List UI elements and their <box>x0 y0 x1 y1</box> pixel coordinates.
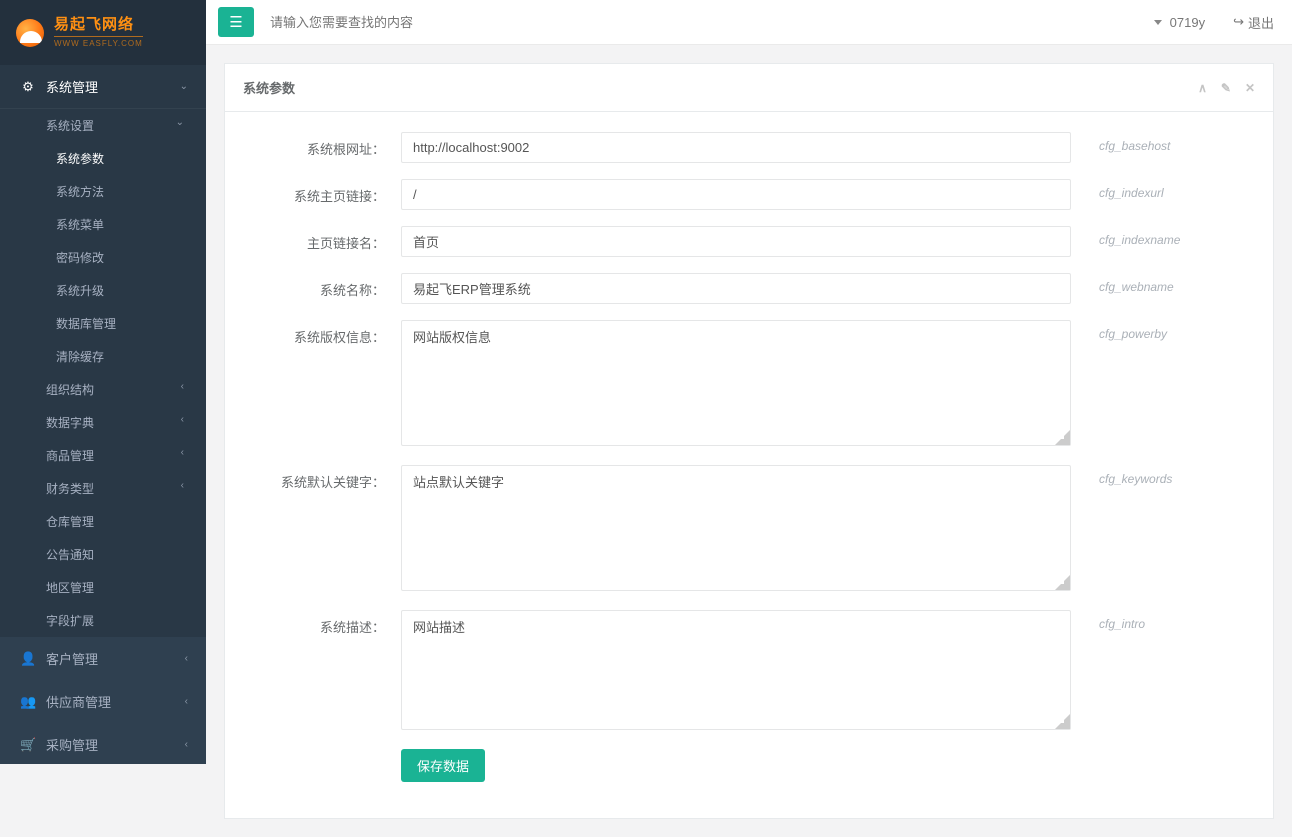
brand-sub: WWW EASFLY.COM <box>54 36 143 48</box>
chevron-left-icon: ‹ <box>181 414 184 425</box>
sidebar-item-goods-manage[interactable]: 商品管理‹ <box>0 439 206 472</box>
sidebar-item-clear-cache[interactable]: 清除缓存 <box>10 340 206 373</box>
hint-webname: cfg_webname <box>1099 273 1174 294</box>
label-basehost: 系统根网址： <box>251 132 401 158</box>
logo-area: 易起飞网络 WWW EASFLY.COM <box>0 0 206 65</box>
panel-body: 系统根网址： cfg_basehost 系统主页链接： cfg_indexurl… <box>225 112 1273 818</box>
gear-icon: ⚙ <box>20 79 36 95</box>
topbar: ☰ 0719y ↪ 退出 <box>206 0 1292 45</box>
chevron-left-icon: ‹ <box>185 739 188 750</box>
sidebar-item-data-dict[interactable]: 数据字典‹ <box>0 406 206 439</box>
chevron-down-icon <box>1154 20 1162 25</box>
chevron-left-icon: ‹ <box>181 480 184 491</box>
label-keywords: 系统默认关键字： <box>251 465 401 491</box>
nav-section-system-label: 系统管理 <box>46 77 180 96</box>
sidebar-item-password-change[interactable]: 密码修改 <box>10 241 206 274</box>
collapse-icon[interactable]: ∧ <box>1198 81 1207 95</box>
chevron-left-icon: ‹ <box>185 696 188 707</box>
sidebar-settings-label: 系统设置 <box>46 119 94 133</box>
hint-intro: cfg_intro <box>1099 610 1145 631</box>
cart-icon: 🛒 <box>20 737 36 753</box>
sidebar-item-system-upgrade[interactable]: 系统升级 <box>10 274 206 307</box>
save-button[interactable]: 保存数据 <box>401 749 485 782</box>
search-input[interactable] <box>270 15 530 30</box>
textarea-intro[interactable] <box>401 610 1071 730</box>
nav-section-system[interactable]: ⚙ 系统管理 ⌄ <box>0 65 206 109</box>
label-indexname: 主页链接名： <box>251 226 401 252</box>
sidebar-item-region[interactable]: 地区管理 <box>0 571 206 604</box>
nav-purchase-label: 采购管理 <box>46 735 185 754</box>
panel-system-params: 系统参数 ∧ ✎ ✕ 系统根网址： cfg_basehost 系统主页链接： c… <box>224 63 1274 819</box>
sidebar-item-system-params[interactable]: 系统参数 <box>10 142 206 175</box>
brand-name: 易起飞网络 <box>54 17 143 34</box>
label-webname: 系统名称： <box>251 273 401 299</box>
sidebar-item-system-methods[interactable]: 系统方法 <box>10 175 206 208</box>
hint-indexname: cfg_indexname <box>1099 226 1180 247</box>
wrench-icon[interactable]: ✎ <box>1221 81 1231 95</box>
hint-powerby: cfg_powerby <box>1099 320 1167 341</box>
textarea-keywords[interactable] <box>401 465 1071 591</box>
menu-icon: ☰ <box>229 13 242 31</box>
panel-title: 系统参数 <box>243 78 295 97</box>
chevron-left-icon: ‹ <box>185 653 188 664</box>
label-indexurl: 系统主页链接： <box>251 179 401 205</box>
sidebar-item-db-manage[interactable]: 数据库管理 <box>10 307 206 340</box>
hint-basehost: cfg_basehost <box>1099 132 1170 153</box>
sidebar: 易起飞网络 WWW EASFLY.COM ⚙ 系统管理 ⌄ 系统设置 ⌄ 系统参 <box>0 0 206 764</box>
user-icon: 👤 <box>20 651 36 667</box>
sidebar-item-field-ext[interactable]: 字段扩展 <box>0 604 206 637</box>
sidebar-item-org-structure[interactable]: 组织结构‹ <box>0 373 206 406</box>
logout-link[interactable]: ↪ 退出 <box>1233 13 1274 32</box>
user-greeting: 0719y <box>1170 15 1205 30</box>
input-indexurl[interactable] <box>401 179 1071 210</box>
textarea-powerby[interactable] <box>401 320 1071 446</box>
logout-label: 退出 <box>1248 13 1274 32</box>
chevron-down-icon: ⌄ <box>176 117 184 128</box>
label-powerby: 系统版权信息： <box>251 320 401 346</box>
input-indexname[interactable] <box>401 226 1071 257</box>
input-basehost[interactable] <box>401 132 1071 163</box>
input-webname[interactable] <box>401 273 1071 304</box>
nav-section-purchase[interactable]: 🛒 采购管理 ‹ <box>0 723 206 764</box>
logo-icon <box>16 19 44 47</box>
hint-keywords: cfg_keywords <box>1099 465 1172 486</box>
sidebar-item-finance-type[interactable]: 财务类型‹ <box>0 472 206 505</box>
users-icon: 👥 <box>20 694 36 710</box>
chevron-left-icon: ‹ <box>181 381 184 392</box>
nav-supplier-label: 供应商管理 <box>46 692 185 711</box>
sidebar-item-announce[interactable]: 公告通知 <box>0 538 206 571</box>
nav-section-customer[interactable]: 👤 客户管理 ‹ <box>0 637 206 680</box>
sidebar-item-warehouse[interactable]: 仓库管理 <box>0 505 206 538</box>
close-icon[interactable]: ✕ <box>1245 81 1255 95</box>
nav-toggle-button[interactable]: ☰ <box>218 7 254 37</box>
label-intro: 系统描述： <box>251 610 401 636</box>
sidebar-item-system-settings[interactable]: 系统设置 ⌄ <box>0 109 206 142</box>
sidebar-item-system-menu[interactable]: 系统菜单 <box>10 208 206 241</box>
nav-customer-label: 客户管理 <box>46 649 185 668</box>
nav-section-supplier[interactable]: 👥 供应商管理 ‹ <box>0 680 206 723</box>
logout-icon: ↪ <box>1233 14 1244 30</box>
chevron-left-icon: ‹ <box>181 447 184 458</box>
user-dropdown[interactable]: 0719y <box>1154 15 1205 30</box>
chevron-down-icon: ⌄ <box>180 81 188 92</box>
panel-head: 系统参数 ∧ ✎ ✕ <box>225 64 1273 112</box>
hint-indexurl: cfg_indexurl <box>1099 179 1164 200</box>
